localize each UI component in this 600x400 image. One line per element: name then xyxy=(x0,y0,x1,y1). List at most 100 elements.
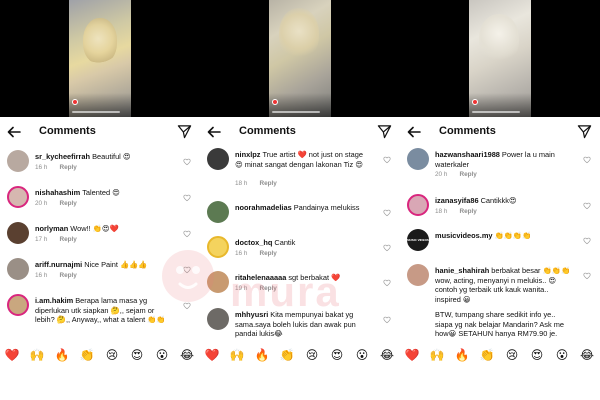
comment-username[interactable]: hanie_shahirah xyxy=(435,266,489,275)
heart-outline-icon[interactable] xyxy=(183,194,191,202)
reaction-clap[interactable]: 👏 xyxy=(477,346,497,364)
avatar[interactable] xyxy=(407,148,429,170)
portrait-painting xyxy=(279,8,319,60)
comment-username[interactable]: musicvideos.my xyxy=(435,231,493,240)
comment-username[interactable]: doctox_hq xyxy=(235,238,272,247)
reaction-laughing[interactable]: 😂 xyxy=(177,346,197,364)
avatar[interactable] xyxy=(207,148,229,170)
reaction-raised-hands[interactable]: 🙌 xyxy=(227,346,247,364)
avatar[interactable]: MUSIC VIDEOS xyxy=(407,229,429,251)
comment-username[interactable]: noorahmadelias xyxy=(235,203,292,212)
avatar[interactable] xyxy=(407,194,429,216)
avatar[interactable] xyxy=(7,150,29,172)
reaction-fire[interactable]: 🔥 xyxy=(452,346,472,364)
comment-text: Wow!! 👏😍❤️ xyxy=(70,224,119,233)
heart-outline-icon[interactable] xyxy=(183,230,191,238)
reaction-surprised[interactable]: 😮 xyxy=(152,346,172,364)
reaction-clap[interactable]: 👏 xyxy=(77,346,97,364)
reply-button[interactable]: Reply xyxy=(59,272,76,279)
reaction-heart[interactable]: ❤️ xyxy=(202,346,222,364)
comment-username[interactable]: hazwanshaari1988 xyxy=(435,150,500,159)
reaction-heart-eyes[interactable]: 😍 xyxy=(527,346,547,364)
reaction-fire[interactable]: 🔥 xyxy=(252,346,272,364)
video-thumbnail[interactable] xyxy=(69,0,131,117)
reaction-raised-hands[interactable]: 🙌 xyxy=(27,346,47,364)
reaction-laughing[interactable]: 😂 xyxy=(377,346,397,364)
back-arrow-icon[interactable] xyxy=(206,124,222,140)
heart-outline-icon[interactable] xyxy=(183,266,191,274)
comment-username[interactable]: ritahelenaaaaa xyxy=(235,273,286,282)
comment-username[interactable]: izanasyifa86 xyxy=(435,196,479,205)
reply-button[interactable]: Reply xyxy=(59,164,76,171)
heart-outline-icon[interactable] xyxy=(383,156,391,164)
reaction-surprised[interactable]: 😮 xyxy=(352,346,372,364)
comment-text: Talented 😍 xyxy=(82,188,120,197)
avatar[interactable] xyxy=(207,201,229,223)
comment-username[interactable]: sr_kycheefirrah xyxy=(35,152,90,161)
reaction-raised-hands[interactable]: 🙌 xyxy=(427,346,447,364)
reaction-surprised[interactable]: 😮 xyxy=(552,346,572,364)
comment-text: Cantikkk😍 xyxy=(480,196,517,205)
video-thumbnail[interactable] xyxy=(469,0,531,117)
avatar[interactable] xyxy=(7,222,29,244)
reaction-fire[interactable]: 🔥 xyxy=(52,346,72,364)
quick-reaction-bar: ❤️ 🙌 🔥 👏 😢 😍 😮 😂 xyxy=(200,346,400,364)
comment-username[interactable]: nishahashim xyxy=(35,188,80,197)
comment-time: 16 h xyxy=(35,272,48,279)
reaction-heart-eyes[interactable]: 😍 xyxy=(127,346,147,364)
reaction-sad[interactable]: 😢 xyxy=(502,346,522,364)
avatar[interactable] xyxy=(7,186,29,208)
avatar[interactable] xyxy=(207,308,229,330)
reaction-heart[interactable]: ❤️ xyxy=(402,346,422,364)
comment-username[interactable]: i.am.hakim xyxy=(35,296,73,305)
comment-text: BTW, tumpang share sedikit info ye.. sia… xyxy=(435,310,564,338)
video-preview[interactable] xyxy=(200,0,400,117)
avatar[interactable] xyxy=(407,264,429,286)
comments-header: Comments xyxy=(0,121,200,143)
reply-button[interactable]: Reply xyxy=(259,250,276,257)
reply-button[interactable]: Reply xyxy=(459,171,476,178)
reply-button[interactable]: Reply xyxy=(59,236,76,243)
reaction-heart-eyes[interactable]: 😍 xyxy=(327,346,347,364)
reply-button[interactable]: Reply xyxy=(259,180,276,187)
comments-panel-3: Comments hazwanshaari1988 Power la u main… xyxy=(400,0,600,400)
video-preview[interactable] xyxy=(400,0,600,117)
poster-avatar xyxy=(72,99,78,105)
comment-username[interactable]: ariff.nurnajmi xyxy=(35,260,82,269)
back-arrow-icon[interactable] xyxy=(6,124,22,140)
heart-outline-icon[interactable] xyxy=(583,272,591,280)
reaction-laughing[interactable]: 😂 xyxy=(577,346,597,364)
video-preview[interactable] xyxy=(0,0,200,117)
comment-username[interactable]: ninxlpz xyxy=(235,150,260,159)
send-icon[interactable] xyxy=(577,124,592,139)
heart-outline-icon[interactable] xyxy=(583,156,591,164)
reply-button[interactable]: Reply xyxy=(59,200,76,207)
poster-avatar xyxy=(472,99,478,105)
heart-outline-icon[interactable] xyxy=(383,316,391,324)
comment-username[interactable]: norlyman xyxy=(35,224,68,233)
reaction-clap[interactable]: 👏 xyxy=(277,346,297,364)
reaction-heart[interactable]: ❤️ xyxy=(2,346,22,364)
reaction-sad[interactable]: 😢 xyxy=(102,346,122,364)
avatar[interactable] xyxy=(207,271,229,293)
heart-outline-icon[interactable] xyxy=(383,244,391,252)
heart-outline-icon[interactable] xyxy=(383,209,391,217)
send-icon[interactable] xyxy=(177,124,192,139)
avatar[interactable] xyxy=(7,258,29,280)
reply-button[interactable]: Reply xyxy=(259,285,276,292)
comment-text: Cantik xyxy=(274,238,296,247)
heart-outline-icon[interactable] xyxy=(583,237,591,245)
back-arrow-icon[interactable] xyxy=(406,124,422,140)
heart-outline-icon[interactable] xyxy=(383,279,391,287)
reply-button[interactable]: Reply xyxy=(459,208,476,215)
heart-outline-icon[interactable] xyxy=(183,302,191,310)
avatar[interactable] xyxy=(7,294,29,316)
heart-outline-icon[interactable] xyxy=(583,202,591,210)
avatar[interactable] xyxy=(207,236,229,258)
heart-outline-icon[interactable] xyxy=(183,158,191,166)
comment-username[interactable]: mhhyusri xyxy=(235,310,268,319)
reaction-sad[interactable]: 😢 xyxy=(302,346,322,364)
send-icon[interactable] xyxy=(377,124,392,139)
comment-time: 16 h xyxy=(235,250,248,257)
video-thumbnail[interactable] xyxy=(269,0,331,117)
